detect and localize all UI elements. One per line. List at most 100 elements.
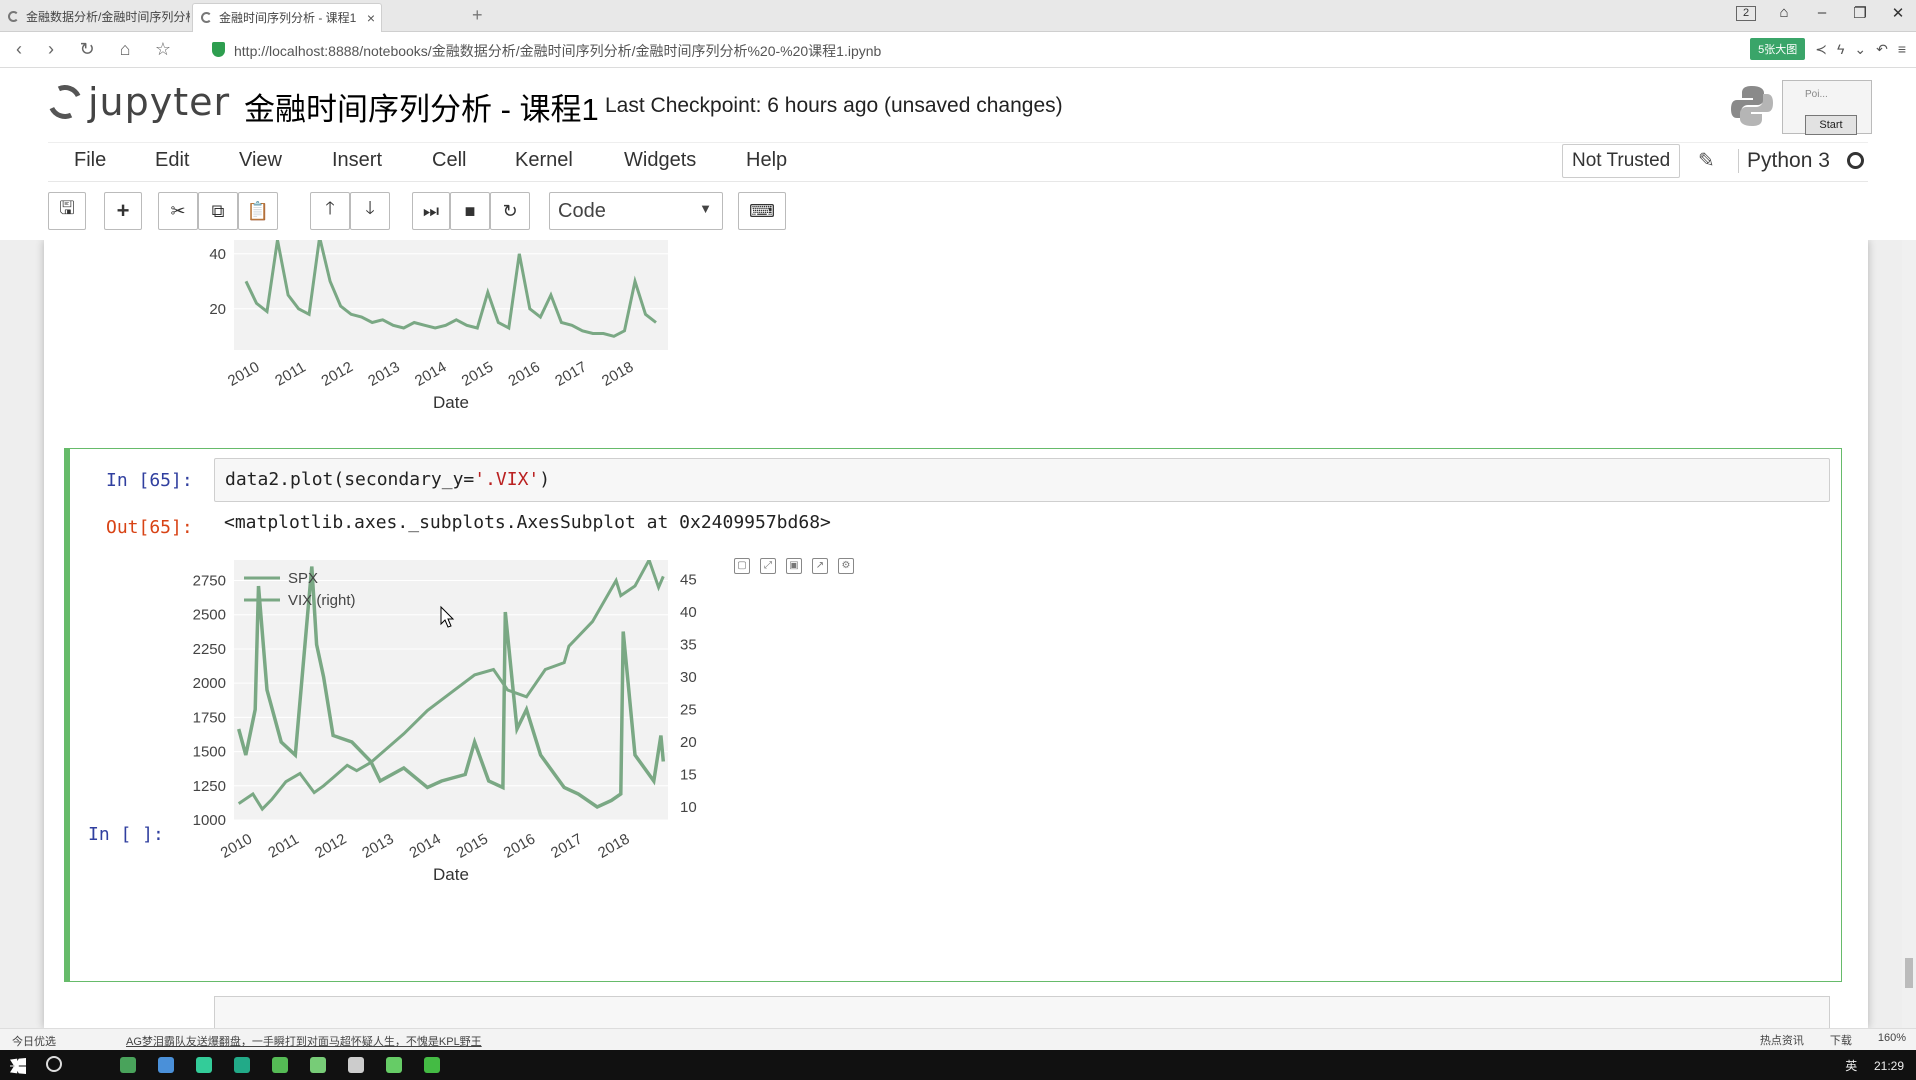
search-icon[interactable] [46, 1056, 62, 1072]
menu-kernel[interactable]: Kernel [515, 149, 573, 172]
app-taskbar-icon-3[interactable] [272, 1057, 288, 1073]
zoom-level[interactable]: 160% [1878, 1032, 1906, 1048]
app-taskbar-icon-5[interactable] [348, 1057, 364, 1073]
app-taskbar-icon[interactable] [196, 1057, 212, 1073]
code-input[interactable]: data2.plot(secondary_y='.VIX') [214, 458, 1830, 502]
app-taskbar-icon-2[interactable] [234, 1057, 250, 1073]
notebook-title[interactable]: 金融时间序列分析 - 课程1 [244, 84, 599, 129]
big-image-button[interactable]: 5张大图 [1750, 38, 1806, 60]
input-language[interactable]: 英 [1845, 1059, 1857, 1073]
pencil-icon[interactable]: ✎ [1698, 148, 1715, 173]
start-button[interactable]: Start [1805, 115, 1857, 135]
y-left-tick-label: 2500 [193, 607, 226, 624]
app-taskbar-icon-7[interactable] [424, 1057, 440, 1073]
copy-button[interactable]: ⧉ [198, 192, 238, 230]
plus-icon: + [116, 198, 130, 223]
cut-button[interactable]: ✂ [158, 192, 198, 230]
move-down-button[interactable]: 🡓 [350, 192, 390, 230]
menu-insert[interactable]: Insert [332, 149, 382, 172]
menu-view[interactable]: View [239, 149, 282, 172]
step-forward-icon: ⏭ [422, 200, 440, 221]
x-tick-label: 2011 [272, 359, 308, 390]
app-taskbar-icon-6[interactable] [386, 1057, 402, 1073]
scrollbar-thumb[interactable] [1905, 958, 1913, 988]
cell-type-select[interactable]: Code ▼ [549, 192, 723, 230]
legend-label-spx: SPX [288, 570, 318, 587]
hot-news-link[interactable]: 热点资讯 [1760, 1032, 1804, 1048]
share-icon[interactable]: ≺ [1815, 41, 1827, 58]
loading-icon [201, 12, 212, 23]
explorer-taskbar-icon[interactable] [158, 1057, 174, 1073]
overlay-text: Poi... [1805, 89, 1828, 100]
menu-file[interactable]: File [74, 149, 106, 172]
tab-count-badge[interactable]: 2 [1736, 6, 1756, 21]
run-button[interactable]: ⏭ [412, 192, 450, 230]
clock[interactable]: 21:29 [1874, 1059, 1904, 1073]
restart-button[interactable]: ↻ [490, 192, 530, 230]
menu-widgets[interactable]: Widgets [624, 149, 696, 172]
y-left-tick-label: 2250 [193, 641, 226, 658]
restart-icon: ↻ [502, 200, 518, 221]
daily-picks[interactable]: 今日优选 [12, 1033, 56, 1049]
download-link[interactable]: 下载 [1830, 1032, 1852, 1048]
y-left-tick-label: 2750 [193, 573, 226, 590]
reload-icon[interactable]: ↻ [76, 39, 98, 60]
windows-start-icon[interactable] [10, 1058, 26, 1074]
close-window-icon[interactable]: ✕ [1888, 4, 1908, 22]
x-tick-label: 2017 [548, 830, 585, 861]
code-text-end: ) [539, 469, 551, 490]
browser-taskbar-icon[interactable] [120, 1057, 136, 1073]
notebook-container: 20 40 2010 2011 2012 2013 2014 2015 2016 2017 2018… [44, 240, 1868, 1028]
interrupt-button[interactable]: ■ [450, 192, 490, 230]
not-trusted-button[interactable]: Not Trusted [1562, 144, 1681, 178]
insert-cell-button[interactable]: + [104, 192, 142, 230]
y-left-tick-label: 1250 [193, 778, 226, 795]
app-taskbar-icon-4[interactable] [310, 1057, 326, 1073]
forward-icon[interactable]: › [40, 39, 62, 60]
x-tick-label: 2013 [359, 830, 396, 861]
home-icon[interactable]: ⌂ [114, 39, 136, 60]
x-axis-label: Date [433, 865, 469, 884]
arrow-up-icon: 🡑 [325, 198, 335, 218]
move-up-button[interactable]: 🡑 [310, 192, 350, 230]
x-tick-label: 2013 [365, 358, 402, 389]
menu-edit[interactable]: Edit [155, 149, 189, 172]
chevron-down-icon[interactable]: ⌄ [1854, 41, 1866, 58]
paste-button[interactable]: 📋 [238, 192, 278, 230]
menu-icon[interactable]: ≡ [1898, 41, 1906, 57]
minimize-icon[interactable]: – [1812, 4, 1832, 22]
output-prompt: Out[65]: [106, 517, 193, 538]
url-input[interactable]: http://localhost:8888/notebooks/金融数据分析/金… [234, 41, 881, 61]
save-button[interactable]: 🖫 [48, 192, 86, 230]
back-icon[interactable]: ‹ [8, 39, 30, 60]
y-left-tick-label: 1000 [193, 812, 226, 829]
new-tab-button[interactable]: + [472, 5, 483, 26]
news-ticker[interactable]: AG梦泪霸队友送爆翻盘，一手瞬打到对面马超怀疑人生，不愧是KPL野王 [126, 1033, 482, 1049]
paste-icon: 📋 [246, 200, 270, 221]
browser-tab-1[interactable]: 金融数据分析/金融时间序列分析 [0, 3, 190, 32]
x-tick-label: 2016 [501, 830, 538, 861]
undo-icon[interactable]: ↶ [1876, 41, 1888, 58]
system-tray: 英 21:29 [1845, 1057, 1904, 1074]
lightning-icon[interactable]: ϟ [1837, 41, 1844, 57]
address-bar-tools: 5张大图 ≺ ϟ ⌄ ↶ ≡ [1750, 38, 1906, 60]
browser-tab-2[interactable]: 金融时间序列分析 - 课程1 × [192, 3, 382, 32]
x-tick-label: 2018 [595, 830, 632, 861]
y-right-tick-label: 15 [680, 767, 697, 784]
menu-help[interactable]: Help [746, 149, 787, 172]
address-bar: ‹ › ↻ ⌂ ☆ http://localhost:8888/notebook… [0, 32, 1916, 68]
tab-title: 金融数据分析/金融时间序列分析 [26, 10, 190, 24]
page-scrollbar[interactable] [1902, 240, 1916, 1028]
empty-code-input[interactable] [214, 996, 1830, 1028]
star-icon[interactable]: ☆ [152, 39, 174, 60]
close-tab-icon[interactable]: × [367, 4, 375, 32]
command-palette-button[interactable]: ⌨ [738, 192, 786, 230]
menu-cell[interactable]: Cell [432, 149, 466, 172]
x-tick-label: 2012 [319, 358, 356, 389]
x-tick-label: 2010 [218, 830, 255, 861]
x-axis-label: Date [433, 393, 469, 412]
shirt-icon[interactable]: ⌂ [1774, 4, 1794, 22]
y-tick-label: 20 [209, 301, 226, 318]
restore-icon[interactable]: ❐ [1850, 4, 1870, 22]
jupyter-logo[interactable]: jupyter [43, 80, 230, 124]
